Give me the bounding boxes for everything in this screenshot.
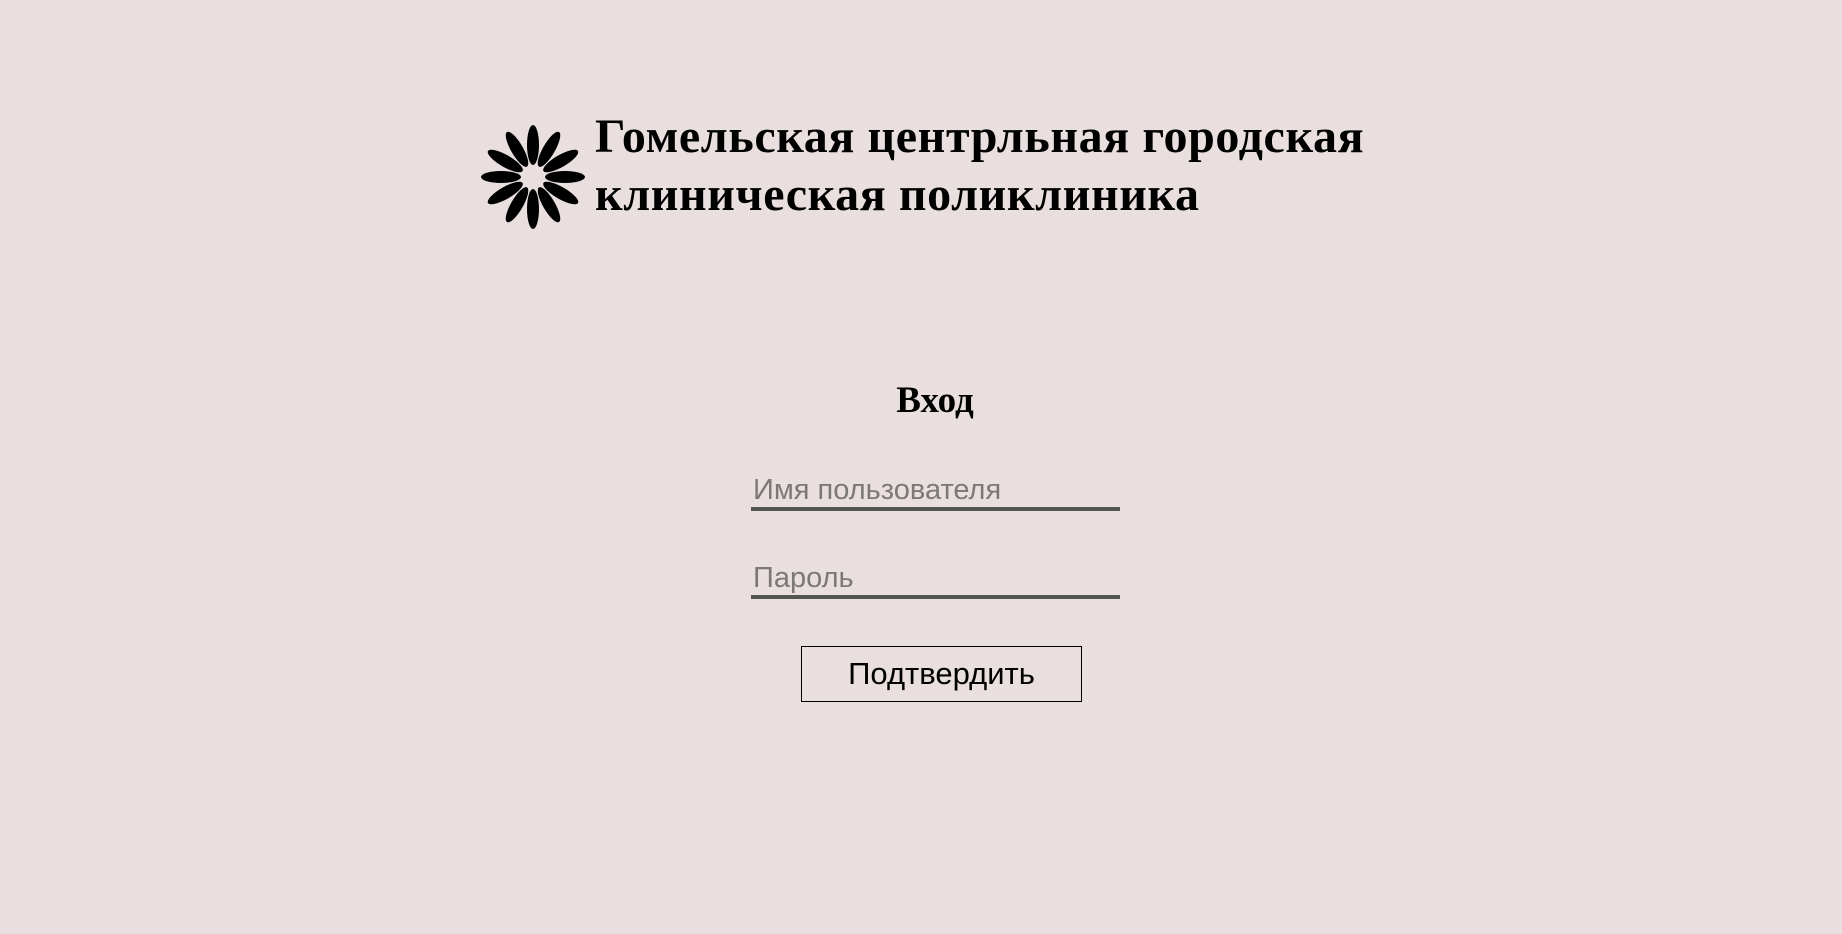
login-heading: Вход — [896, 380, 974, 421]
login-form: Вход Подтвердить — [0, 0, 1842, 934]
username-input[interactable] — [751, 473, 1120, 511]
submit-button[interactable]: Подтвердить — [801, 646, 1082, 702]
password-input[interactable] — [751, 561, 1120, 599]
